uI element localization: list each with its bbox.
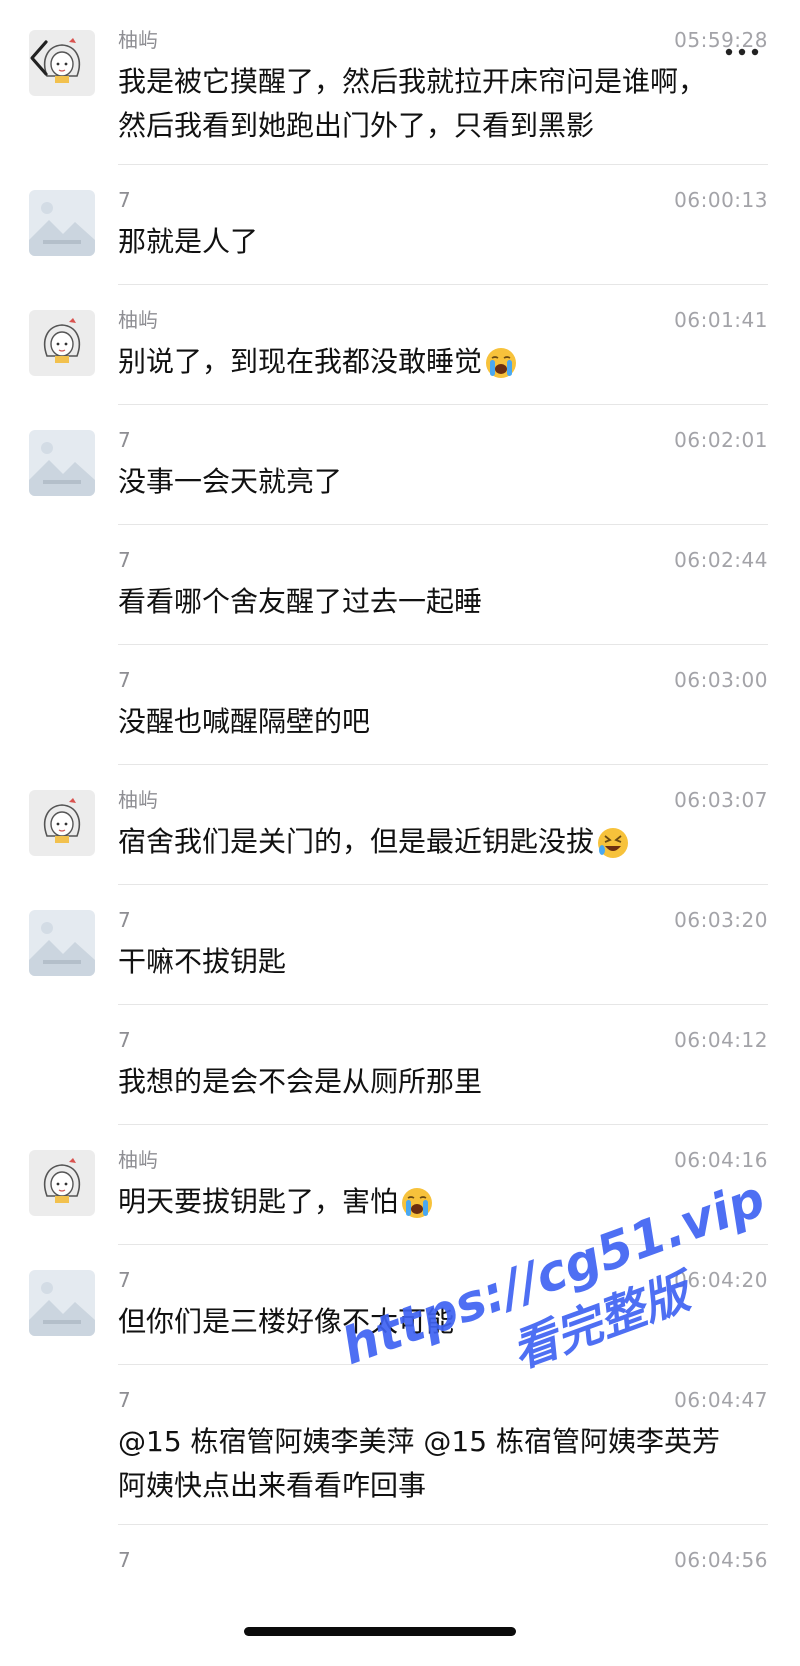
message-divider	[118, 284, 768, 285]
message-time: 06:01:41	[674, 308, 768, 332]
message-item[interactable]: 7 06:02:44 看看哪个舍友醒了过去一起睡	[0, 546, 800, 666]
rolling-laughing-emoji	[598, 828, 629, 858]
message-text-content: 干嘛不拔钥匙	[118, 945, 287, 978]
message-sender: 柚屿	[118, 788, 158, 812]
message-divider	[118, 1524, 768, 1525]
girl-avatar[interactable]	[29, 1150, 95, 1216]
message-item[interactable]: 7 06:00:13 那就是人了	[0, 186, 800, 306]
message-time: 06:02:44	[674, 548, 768, 572]
message-divider	[118, 524, 768, 525]
message-text-content: 我想的是会不会是从厕所那里	[118, 1065, 483, 1098]
landscape-avatar[interactable]	[29, 910, 95, 976]
message-text: 我想的是会不会是从厕所那里	[118, 1060, 738, 1104]
message-divider	[118, 644, 768, 645]
message-text: 我是被它摸醒了，然后我就拉开床帘问是谁啊， 然后我看到她跑出门外了，只看到黑影	[118, 60, 738, 148]
message-item[interactable]: 7 06:04:56	[0, 1546, 800, 1666]
message-sender: 7	[118, 428, 131, 452]
message-sender: 柚屿	[118, 1148, 158, 1172]
message-divider	[118, 1004, 768, 1005]
message-divider	[118, 1124, 768, 1125]
message-sender: 7	[118, 908, 131, 932]
message-text: 别说了，到现在我都没敢睡觉	[118, 340, 738, 384]
message-sender: 柚屿	[118, 308, 158, 332]
message-item[interactable]: 7 06:04:12 我想的是会不会是从厕所那里	[0, 1026, 800, 1146]
message-text: 没事一会天就亮了	[118, 460, 738, 504]
message-divider	[118, 164, 768, 165]
message-sender: 7	[118, 1388, 131, 1412]
message-text: 宿舍我们是关门的，但是最近钥匙没拔	[118, 820, 738, 864]
landscape-avatar[interactable]	[29, 430, 95, 496]
crying-face-emoji	[402, 1188, 433, 1218]
message-text-content: 没事一会天就亮了	[118, 465, 343, 498]
message-text-content: 没醒也喊醒隔壁的吧	[118, 705, 371, 738]
message-sender: 7	[118, 548, 131, 572]
message-time: 06:03:07	[674, 788, 768, 812]
message-sender: 7	[118, 1268, 131, 1292]
message-sender: 7	[118, 1548, 131, 1572]
message-time: 06:02:01	[674, 428, 768, 452]
girl-avatar[interactable]	[29, 310, 95, 376]
girl-avatar[interactable]	[29, 790, 95, 856]
message-text: 看看哪个舍友醒了过去一起睡	[118, 580, 738, 624]
message-item[interactable]: 7 06:02:01 没事一会天就亮了	[0, 426, 800, 546]
message-text: 没醒也喊醒隔壁的吧	[118, 700, 738, 744]
message-item[interactable]: 柚屿 06:03:07 宿舍我们是关门的，但是最近钥匙没拔	[0, 786, 800, 906]
message-text-content: 我是被它摸醒了，然后我就拉开床帘问是谁啊， 然后我看到她跑出门外了，只看到黑影	[118, 65, 707, 142]
message-sender: 7	[118, 188, 131, 212]
message-text-content: 明天要拔钥匙了，害怕	[118, 1185, 399, 1218]
message-sender: 柚屿	[118, 28, 158, 52]
message-text: 干嘛不拔钥匙	[118, 940, 738, 984]
message-sender: 7	[118, 1028, 131, 1052]
message-item[interactable]: 柚屿 06:01:41 别说了，到现在我都没敢睡觉	[0, 306, 800, 426]
message-time: 06:00:13	[674, 188, 768, 212]
crying-face-emoji	[486, 348, 517, 378]
message-time: 06:03:20	[674, 908, 768, 932]
landscape-avatar[interactable]	[29, 190, 95, 256]
message-text-content: 看看哪个舍友醒了过去一起睡	[118, 585, 483, 618]
message-time: 06:04:12	[674, 1028, 768, 1052]
message-text: 那就是人了	[118, 220, 738, 264]
back-chevron-icon[interactable]	[26, 38, 56, 78]
home-indicator	[244, 1627, 516, 1636]
message-item[interactable]: 7 06:03:20 干嘛不拔钥匙	[0, 906, 800, 1026]
message-text-content: 宿舍我们是关门的，但是最近钥匙没拔	[118, 825, 595, 858]
landscape-avatar[interactable]	[29, 1270, 95, 1336]
message-time: 06:03:00	[674, 668, 768, 692]
message-item[interactable]: 柚屿 05:59:28 我是被它摸醒了，然后我就拉开床帘问是谁啊， 然后我看到她跑出…	[0, 26, 800, 165]
message-time: 06:04:16	[674, 1148, 768, 1172]
message-text-content: 那就是人了	[118, 225, 259, 258]
message-item[interactable]: 7 06:03:00 没醒也喊醒隔壁的吧	[0, 666, 800, 786]
message-text-content: 别说了，到现在我都没敢睡觉	[118, 345, 483, 378]
message-divider	[118, 404, 768, 405]
message-sender: 7	[118, 668, 131, 692]
message-time: 06:04:56	[674, 1548, 768, 1572]
message-divider	[118, 764, 768, 765]
message-divider	[118, 884, 768, 885]
more-dots-icon[interactable]	[724, 44, 760, 60]
